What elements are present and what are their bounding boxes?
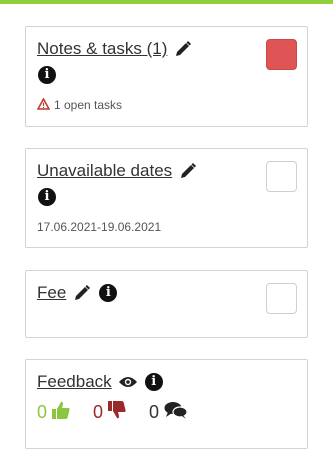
negative-feedback[interactable]: 0: [93, 400, 127, 425]
info-icon[interactable]: i: [37, 187, 57, 207]
pencil-icon[interactable]: [72, 283, 92, 303]
thumbs-up-icon: [51, 400, 71, 425]
notes-tasks-title-link[interactable]: Notes & tasks (1): [37, 39, 167, 59]
info-icon[interactable]: i: [144, 372, 164, 392]
unavailable-dates-card: Unavailable dates i 17.06.2021-19.06.202…: [25, 148, 308, 248]
info-icon[interactable]: i: [37, 65, 57, 85]
warning-icon: [36, 95, 51, 114]
notes-tasks-card: Notes & tasks (1) i 1 open tasks: [25, 26, 308, 127]
positive-count: 0: [37, 402, 48, 422]
comment-count: 0: [149, 402, 160, 422]
unavailable-dates-title-link[interactable]: Unavailable dates: [37, 161, 172, 181]
comments-icon: [163, 400, 189, 425]
date-range-text: 17.06.2021-19.06.2021: [37, 220, 162, 234]
eye-icon[interactable]: [118, 372, 138, 392]
feedback-card: Feedback i 0 0 0: [25, 359, 308, 449]
comments-feedback[interactable]: 0: [149, 400, 189, 425]
unavailable-dates-checkbox[interactable]: [266, 161, 297, 192]
fee-card: Fee i: [25, 270, 308, 338]
info-icon[interactable]: i: [98, 283, 118, 303]
fee-checkbox[interactable]: [266, 283, 297, 314]
negative-count: 0: [93, 402, 104, 422]
thumbs-down-icon: [107, 400, 127, 425]
positive-feedback[interactable]: 0: [37, 400, 71, 425]
pencil-icon[interactable]: [178, 161, 198, 181]
top-accent-bar: [0, 0, 333, 4]
fee-title-link[interactable]: Fee: [37, 283, 66, 303]
pencil-icon[interactable]: [173, 39, 193, 59]
feedback-title-link[interactable]: Feedback: [37, 372, 112, 392]
open-tasks-text: 1 open tasks: [54, 97, 123, 112]
notes-tasks-checkbox[interactable]: [266, 39, 297, 70]
